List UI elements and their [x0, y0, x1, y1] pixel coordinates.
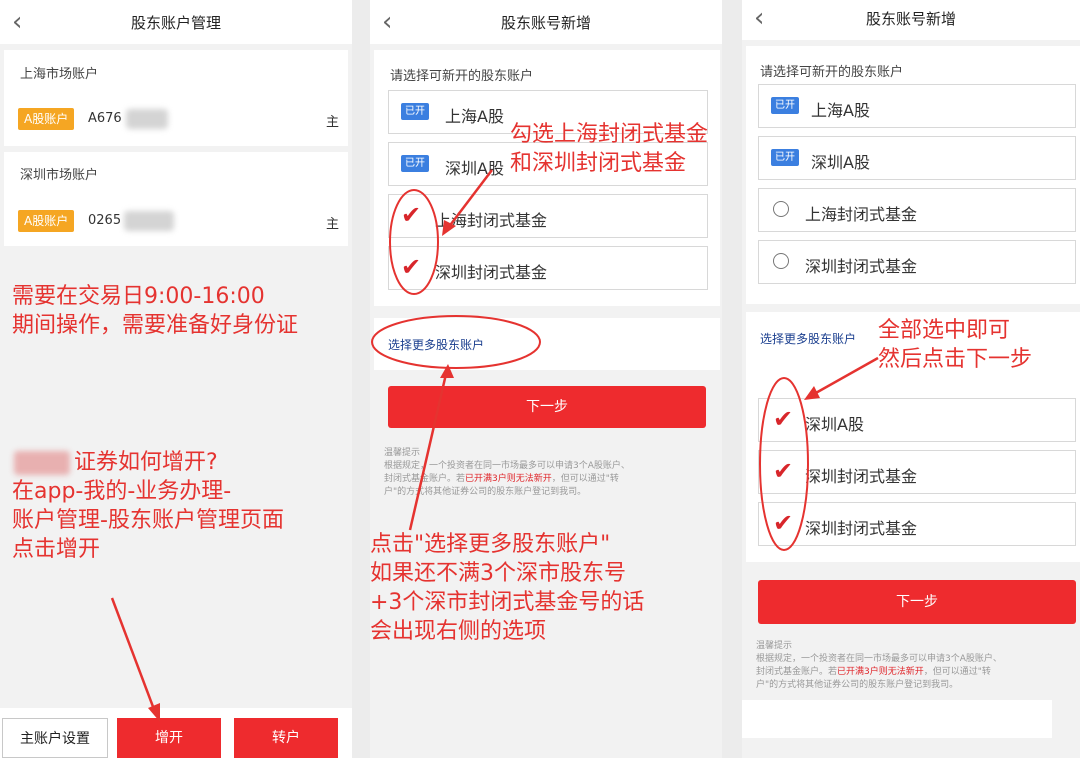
shenzhen-account-card: 深圳市场账户 A股账户 0265 主	[4, 152, 348, 246]
radio-icon[interactable]	[773, 201, 789, 217]
option-label: 上海A股	[445, 107, 504, 126]
tip-line: 根据规定，一个投资者在同一市场最多可以申请3个A股账户、	[384, 461, 630, 471]
account-options-card: 请选择可新开的股东账户 已开 上海A股 已开 深圳A股 上海封闭式基金 深圳封闭…	[746, 46, 1080, 304]
a-share-badge: A股账户	[18, 210, 75, 232]
redacted-mask	[124, 211, 174, 231]
option-shenzhen-closed-fund-new[interactable]: ✔ 深圳封闭式基金	[758, 502, 1076, 546]
shanghai-market-header: 上海市场账户	[20, 67, 99, 82]
option-label: 深圳A股	[445, 159, 504, 178]
trading-hours-note: 需要在交易日9:00-16:00 期间操作，需要准备好身份证	[12, 282, 298, 340]
opened-badge: 已开	[771, 149, 799, 166]
redacted-mask	[742, 700, 1052, 738]
note-line: 和深圳封闭式基金	[510, 151, 687, 176]
note-line: 证券如何增开?	[74, 450, 218, 475]
checkmark-icon: ✔	[773, 509, 794, 537]
option-shenzhen-closed-fund-new[interactable]: ✔ 深圳封闭式基金	[758, 450, 1076, 494]
option-label: 深圳A股	[805, 415, 864, 434]
add-account-screen: ‹ 股东账号新增 请选择可新开的股东账户 已开 上海A股 已开 深圳A股 ✔ 上…	[370, 0, 722, 758]
checkmark-icon: ✔	[773, 405, 794, 433]
option-shenzhen-a: 已开 深圳A股	[758, 136, 1076, 180]
add-account-button[interactable]: 增开	[117, 718, 221, 758]
opened-badge: 已开	[401, 103, 429, 120]
nav-header: ‹ 股东账号新增	[742, 0, 1080, 40]
redacted-mask	[126, 109, 168, 129]
select-all-note: 全部选中即可 然后点击下一步	[878, 316, 1032, 374]
option-shenzhen-closed-fund[interactable]: 深圳封闭式基金	[758, 240, 1076, 284]
tip-line: 封闭式基金账户。若已开满3户则无法新开，但可以通过"转	[756, 667, 991, 677]
select-more-accounts-link[interactable]: 选择更多股东账户	[760, 330, 856, 347]
option-label: 上海封闭式基金	[805, 205, 918, 224]
tip-title: 温馨提示	[756, 641, 793, 651]
tip-line: 户"的方式将其他证券公司的股东账户登记到我司。	[384, 487, 587, 497]
note-line: 期间操作，需要准备好身份证	[12, 313, 299, 338]
a-share-badge: A股账户	[18, 108, 75, 130]
shanghai-account-number: A676	[88, 111, 122, 126]
check-funds-note: 勾选上海封闭式基金 和深圳封闭式基金	[510, 120, 708, 178]
main-account-settings-button[interactable]: 主账户设置	[2, 718, 108, 758]
add-account-expanded-screen: ‹ 股东账号新增 请选择可新开的股东账户 已开 上海A股 已开 深圳A股 上海封…	[742, 0, 1080, 758]
tip-line: 户"的方式将其他证券公司的股东账户登记到我司。	[756, 680, 959, 690]
account-options-card: 请选择可新开的股东账户 已开 上海A股 已开 深圳A股 ✔ 上海封闭式基金 ✔ …	[374, 50, 720, 306]
nav-header: ‹ 股东账号新增	[370, 0, 722, 44]
tip-title: 温馨提示	[384, 448, 421, 458]
option-label: 上海A股	[811, 101, 870, 120]
select-more-note: 点击"选择更多股东账户" 如果还不满3个深市股东号 +3个深市封闭式基金号的话 …	[370, 530, 644, 646]
note-line: 如果还不满3个深市股东号	[370, 561, 626, 586]
select-more-accounts-link[interactable]: 选择更多股东账户	[388, 336, 484, 353]
bottom-action-bar: 主账户设置 增开 转户	[0, 708, 352, 758]
page-title: 股东账户管理	[130, 14, 221, 32]
note-line: 需要在交易日9:00-16:00	[12, 284, 265, 309]
account-management-screen: ‹ 股东账户管理 上海市场账户 A股账户 A676 主 深圳市场账户 A股账户 …	[0, 0, 352, 758]
page-title: 股东账号新增	[500, 14, 591, 32]
opened-badge: 已开	[401, 155, 429, 172]
radio-icon[interactable]	[773, 253, 789, 269]
note-line: 在app-我的-业务办理-	[12, 479, 232, 504]
section-label: 请选择可新开的股东账户	[760, 65, 904, 80]
note-line: 然后点击下一步	[878, 347, 1033, 372]
transfer-button[interactable]: 转户	[234, 718, 338, 758]
page-title: 股东账号新增	[865, 10, 956, 28]
option-label: 上海封闭式基金	[435, 211, 548, 230]
option-shanghai-a: 已开 上海A股	[758, 84, 1076, 128]
tip-line: 封闭式基金账户。若已开满3户则无法新开，但可以通过"转	[384, 474, 619, 484]
option-label: 深圳封闭式基金	[805, 257, 918, 276]
note-line: 点击"选择更多股东账户"	[370, 532, 611, 557]
primary-tag: 主	[326, 217, 340, 232]
tip-text: 温馨提示 根据规定，一个投资者在同一市场最多可以申请3个A股账户、 封闭式基金账…	[384, 447, 710, 499]
next-step-button[interactable]: 下一步	[388, 386, 706, 428]
note-line: 全部选中即可	[878, 318, 1011, 343]
option-shenzhen-closed-fund[interactable]: ✔ 深圳封闭式基金	[388, 246, 708, 290]
note-line: 勾选上海封闭式基金	[510, 122, 709, 147]
shanghai-account-card: 上海市场账户 A股账户 A676 主	[4, 50, 348, 146]
shenzhen-market-header: 深圳市场账户	[20, 168, 99, 183]
option-shanghai-closed-fund[interactable]: 上海封闭式基金	[758, 188, 1076, 232]
nav-header: ‹ 股东账户管理	[0, 0, 352, 44]
next-step-button[interactable]: 下一步	[758, 580, 1076, 624]
how-to-add-note: 证券如何增开? 在app-我的-业务办理- 账户管理-股东账户管理页面 点击增开	[12, 448, 284, 564]
note-line: 点击增开	[12, 537, 101, 562]
checkmark-icon: ✔	[401, 253, 422, 281]
note-line: +3个深市封闭式基金号的话	[370, 590, 645, 615]
opened-badge: 已开	[771, 97, 799, 114]
section-label: 请选择可新开的股东账户	[390, 69, 534, 84]
option-shanghai-closed-fund[interactable]: ✔ 上海封闭式基金	[388, 194, 708, 238]
option-label: 深圳A股	[811, 153, 870, 172]
option-shenzhen-a-new[interactable]: ✔ 深圳A股	[758, 398, 1076, 442]
tip-text: 温馨提示 根据规定，一个投资者在同一市场最多可以申请3个A股账户、 封闭式基金账…	[756, 640, 1074, 692]
checkmark-icon: ✔	[401, 201, 422, 229]
checkmark-icon: ✔	[773, 457, 794, 485]
shenzhen-account-number: 0265	[88, 213, 122, 228]
option-label: 深圳封闭式基金	[805, 519, 918, 538]
option-label: 深圳封闭式基金	[805, 467, 918, 486]
note-line: 会出现右侧的选项	[370, 619, 547, 644]
primary-tag: 主	[326, 115, 340, 130]
option-label: 深圳封闭式基金	[435, 263, 548, 282]
note-line: 账户管理-股东账户管理页面	[12, 508, 284, 533]
tip-line: 根据规定，一个投资者在同一市场最多可以申请3个A股账户、	[756, 654, 1002, 664]
more-accounts-row: 选择更多股东账户	[374, 318, 720, 370]
